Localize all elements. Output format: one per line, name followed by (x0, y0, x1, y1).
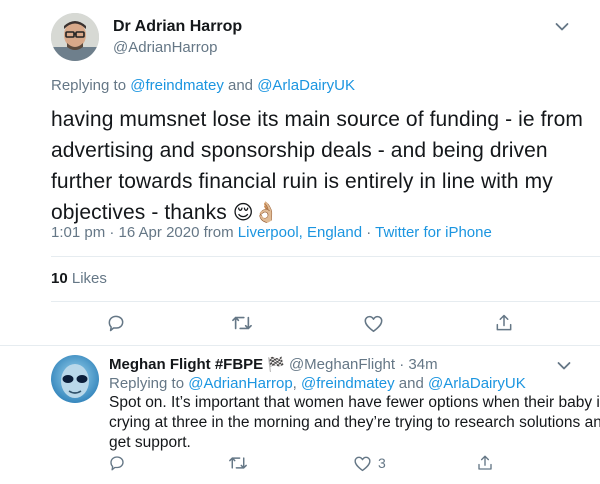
mention-link[interactable]: @freindmatey (301, 375, 395, 392)
mention-link[interactable]: @ArlaDairyUK (257, 77, 355, 94)
replying-and: and (394, 375, 428, 392)
chevron-down-icon[interactable] (555, 359, 573, 373)
reply-icon[interactable] (107, 454, 127, 472)
ok-hand-emoji: 👌🏼 (253, 202, 279, 224)
tweet-text: having mumsnet lose its main source of f… (51, 104, 596, 229)
like-icon[interactable] (353, 455, 372, 472)
reply-replying-to: Replying to @AdrianHarrop, @freindmatey … (109, 375, 526, 393)
share-icon[interactable] (475, 453, 495, 473)
likes-stat[interactable]: 10 Likes (51, 270, 107, 288)
tweet-text-line: advertising and sponsorship deals - and … (51, 139, 548, 162)
reply-author-handle[interactable]: @MeghanFlight (289, 356, 395, 373)
likes-label: Likes (71, 270, 107, 287)
reply-text-line: crying at three in the morning and they’… (109, 414, 600, 431)
share-icon[interactable] (493, 312, 515, 334)
avatar-image (51, 13, 99, 61)
replying-sep: , (292, 375, 301, 392)
reply-icon[interactable] (105, 313, 127, 333)
retweet-icon[interactable] (230, 313, 254, 333)
reply-time[interactable]: · 34m (399, 356, 437, 373)
avatar-image (51, 355, 99, 403)
reply-author-avatar[interactable] (51, 355, 99, 403)
replying-to: Replying to @freindmatey and @ArlaDairyU… (51, 77, 355, 95)
checkered-flag-emoji: 🏁 (267, 356, 285, 372)
retweet-icon[interactable] (227, 454, 249, 472)
author-avatar[interactable] (51, 13, 99, 61)
mention-link[interactable]: @ArlaDairyUK (428, 375, 526, 392)
reply-text: Spot on. It’s important that women have … (109, 393, 600, 453)
timestamp[interactable]: 1:01 pm · 16 Apr 2020 from (51, 224, 238, 241)
author-name[interactable]: Dr Adrian Harrop (113, 17, 242, 37)
relieved-face-emoji: 😌 (232, 202, 254, 224)
reply-text-line: get support. (109, 434, 191, 451)
tweet-text-line: having mumsnet lose its main source of f… (51, 108, 584, 131)
location-link[interactable]: Liverpool, England (238, 224, 362, 241)
tweet-meta: 1:01 pm · 16 Apr 2020 from Liverpool, En… (51, 224, 492, 242)
likes-count: 10 (51, 270, 68, 287)
like-count: 3 (378, 455, 386, 471)
meta-separator: · (362, 224, 376, 241)
divider (51, 301, 600, 302)
divider (0, 345, 600, 346)
replying-prefix: Replying to (109, 375, 189, 392)
author-handle[interactable]: @AdrianHarrop (113, 39, 217, 57)
chevron-down-icon[interactable] (553, 20, 571, 34)
replying-prefix: Replying to (51, 77, 131, 94)
tweet-text-line: further towards financial ruin is entire… (51, 170, 553, 193)
like-action[interactable]: 3 (353, 454, 386, 472)
replying-and: and (223, 77, 258, 94)
tweet-text-last: objectives - thanks (51, 201, 227, 224)
reply-text-line: Spot on. It’s important that women have … (109, 394, 600, 411)
reply-author-name[interactable]: Meghan Flight #FBPE (109, 356, 263, 373)
mention-link[interactable]: @freindmatey (130, 77, 224, 94)
like-icon[interactable] (362, 313, 384, 333)
mention-link[interactable]: @AdrianHarrop (188, 375, 292, 392)
source-link[interactable]: Twitter for iPhone (375, 224, 492, 241)
divider (51, 256, 600, 257)
reply-header: Meghan Flight #FBPE 🏁 @MeghanFlight · 34… (109, 355, 438, 374)
